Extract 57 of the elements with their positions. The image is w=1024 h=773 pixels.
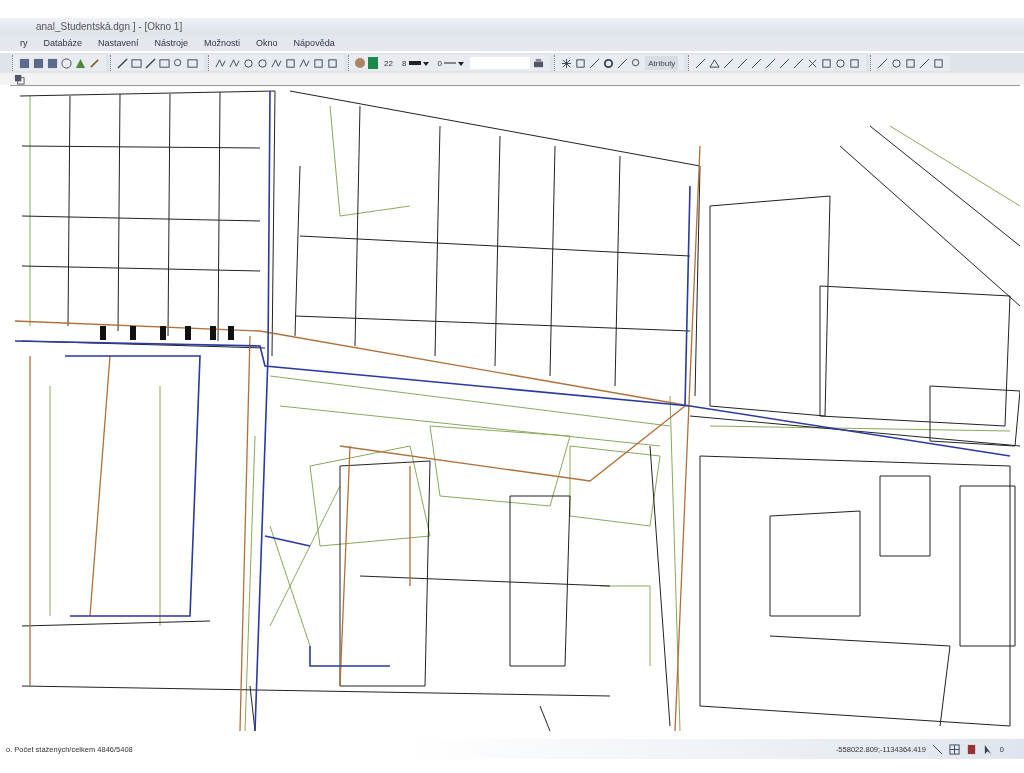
- line-icon[interactable]: [779, 57, 791, 69]
- circle-icon[interactable]: [257, 57, 268, 69]
- square-icon[interactable]: [575, 57, 587, 69]
- cursor-icon[interactable]: [982, 743, 994, 755]
- circle-icon[interactable]: [891, 57, 903, 69]
- line-icon[interactable]: [723, 57, 735, 69]
- line-icon[interactable]: [737, 57, 749, 69]
- triangle-icon[interactable]: [709, 57, 721, 69]
- weight-dropdown[interactable]: 8: [401, 58, 429, 68]
- triangle-icon[interactable]: [75, 57, 86, 69]
- square-icon[interactable]: [19, 57, 30, 69]
- line-icon[interactable]: [793, 57, 805, 69]
- square-icon[interactable]: [313, 57, 324, 69]
- menu-item[interactable]: Nastavení: [98, 38, 139, 48]
- square-icon[interactable]: [905, 57, 917, 69]
- square-icon[interactable]: [47, 57, 58, 69]
- attributes-button[interactable]: Atributy: [645, 56, 679, 70]
- printer-icon[interactable]: [533, 57, 545, 69]
- line-icon[interactable]: [765, 57, 777, 69]
- circle-icon[interactable]: [61, 57, 72, 69]
- menu-item[interactable]: ry: [20, 38, 28, 48]
- line-icon[interactable]: [919, 57, 931, 69]
- line-icon[interactable]: [271, 57, 282, 69]
- line-style-icon: [444, 59, 465, 68]
- line-icon[interactable]: [229, 57, 240, 69]
- menu-item[interactable]: Nástroje: [154, 38, 189, 48]
- windows-icon[interactable]: [14, 73, 25, 85]
- menu-item[interactable]: Nápověda: [293, 38, 335, 48]
- square-icon[interactable]: [849, 57, 861, 69]
- square-icon[interactable]: [187, 57, 198, 69]
- line-icon[interactable]: [299, 57, 310, 69]
- line-icon[interactable]: [215, 57, 226, 69]
- square-icon[interactable]: [33, 57, 44, 69]
- menu-item[interactable]: Možnosti: [204, 38, 241, 48]
- square-icon[interactable]: [327, 57, 338, 69]
- circle-icon[interactable]: [835, 57, 847, 69]
- line-weight-icon: [408, 59, 429, 68]
- line-icon[interactable]: [695, 57, 707, 69]
- square-icon[interactable]: [821, 57, 833, 69]
- style-dropdown[interactable]: 0: [437, 58, 465, 68]
- color-swatch[interactable]: [368, 57, 378, 69]
- grid-icon[interactable]: [948, 743, 960, 755]
- circle-icon[interactable]: [243, 57, 254, 69]
- menu-item[interactable]: Databáze: [43, 38, 83, 48]
- document-icon[interactable]: [965, 743, 977, 755]
- window-title: anal_Studentská.dgn ] - [Okno 1]: [36, 21, 183, 32]
- line-icon[interactable]: [145, 57, 156, 69]
- line-icon[interactable]: [751, 57, 763, 69]
- color-number[interactable]: 22: [384, 58, 393, 68]
- line-icon[interactable]: [589, 57, 601, 69]
- palette-icon[interactable]: [355, 58, 365, 68]
- line-icon[interactable]: [877, 57, 889, 69]
- line-icon[interactable]: [617, 57, 629, 69]
- menu-item[interactable]: Okno: [256, 38, 278, 48]
- square-icon[interactable]: [285, 57, 296, 69]
- square-icon[interactable]: [933, 57, 945, 69]
- line-icon[interactable]: [931, 743, 943, 755]
